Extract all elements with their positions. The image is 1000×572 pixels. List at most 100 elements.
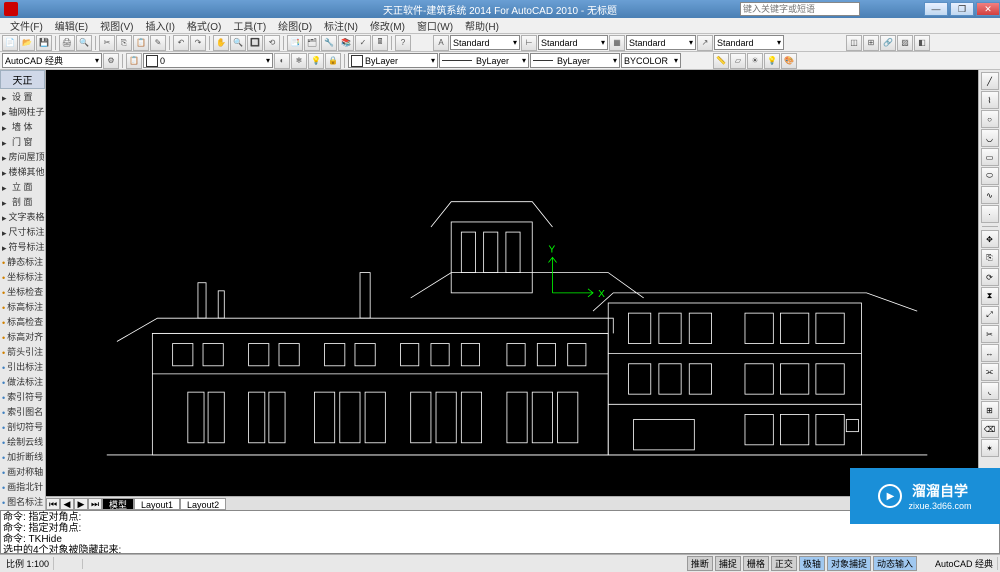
xref-icon[interactable]: 🔗	[880, 35, 896, 51]
panel-item[interactable]: •静态标注	[0, 254, 45, 269]
panel-item[interactable]: ▸墙 体	[0, 119, 45, 134]
light-icon[interactable]: 💡	[764, 53, 780, 69]
pline-icon[interactable]: ⌇	[981, 91, 999, 109]
save-icon[interactable]: 💾	[36, 35, 52, 51]
workspace-combo[interactable]: AutoCAD 经典	[2, 53, 102, 68]
panel-item[interactable]: •标高标注	[0, 299, 45, 314]
print-icon[interactable]: 🖨	[59, 35, 75, 51]
erase-icon[interactable]: ⌫	[981, 420, 999, 438]
panel-item[interactable]: •坐标标注	[0, 269, 45, 284]
tab-last-icon[interactable]: ⏭	[88, 498, 102, 510]
panel-item[interactable]: ▸尺寸标注	[0, 224, 45, 239]
menu-modify[interactable]: 修改(M)	[364, 18, 411, 33]
trim-icon[interactable]: ✂	[981, 325, 999, 343]
panel-item[interactable]: ▸轴网柱子	[0, 104, 45, 119]
panel-item[interactable]: •绘制云线	[0, 434, 45, 449]
menu-draw[interactable]: 绘图(D)	[272, 18, 318, 33]
plotstyle-combo[interactable]: BYCOLOR	[621, 53, 681, 68]
rect-icon[interactable]: ▭	[981, 148, 999, 166]
panel-item[interactable]: •图名标注	[0, 494, 45, 509]
layeriso-icon[interactable]: ◐	[274, 53, 290, 69]
status-polar[interactable]: 极轴	[799, 556, 825, 571]
undo-icon[interactable]: ↶	[173, 35, 189, 51]
layer-combo[interactable]: 0	[143, 53, 273, 68]
panel-item[interactable]: ▸文字表格	[0, 209, 45, 224]
panel-item[interactable]: ▸设 置	[0, 89, 45, 104]
tab-prev-icon[interactable]: ◀	[60, 498, 74, 510]
pan-icon[interactable]: ✋	[213, 35, 229, 51]
fillet-icon[interactable]: ◟	[981, 382, 999, 400]
scale-icon[interactable]: ⤢	[981, 306, 999, 324]
panel-item[interactable]: •画对称轴	[0, 464, 45, 479]
tab-layout1[interactable]: Layout1	[134, 498, 180, 510]
minimize-button[interactable]: —	[924, 2, 948, 16]
status-snap[interactable]: 捕捉	[715, 556, 741, 571]
panel-item[interactable]: •索引图名	[0, 404, 45, 419]
line-icon[interactable]: ╱	[981, 72, 999, 90]
zoomprev-icon[interactable]: ⟲	[264, 35, 280, 51]
spline-icon[interactable]: ∿	[981, 186, 999, 204]
dimstyle-combo[interactable]: Standard	[538, 35, 608, 50]
menu-view[interactable]: 视图(V)	[94, 18, 139, 33]
panel-item[interactable]: •箭头引注	[0, 344, 45, 359]
maximize-button[interactable]: ❐	[950, 2, 974, 16]
scale-label[interactable]: 比例 1:100	[2, 557, 54, 570]
panel-item[interactable]: ▸剖 面	[0, 194, 45, 209]
panel-item[interactable]: •坐标检查	[0, 284, 45, 299]
point-icon[interactable]: ·	[981, 205, 999, 223]
help-icon[interactable]: ?	[395, 35, 411, 51]
status-dyn[interactable]: 动态输入	[873, 556, 917, 571]
render-icon[interactable]: ☀	[747, 53, 763, 69]
paste-icon[interactable]: 📋	[133, 35, 149, 51]
layerfrz-icon[interactable]: ❄	[291, 53, 307, 69]
array-icon[interactable]: ⊞	[981, 401, 999, 419]
color-combo[interactable]: ByLayer	[348, 53, 438, 68]
tab-next-icon[interactable]: ▶	[74, 498, 88, 510]
help-search-input[interactable]	[740, 2, 860, 16]
block-icon[interactable]: ◫	[846, 35, 862, 51]
move-icon[interactable]: ✥	[981, 230, 999, 248]
layerlock-icon[interactable]: 🔒	[325, 53, 341, 69]
mirror-icon[interactable]: ⧗	[981, 287, 999, 305]
menu-format[interactable]: 格式(O)	[181, 18, 227, 33]
arc-icon[interactable]: ◡	[981, 129, 999, 147]
preview-icon[interactable]: 🔍	[76, 35, 92, 51]
status-workspace[interactable]: AutoCAD 经典	[931, 557, 998, 570]
new-icon[interactable]: 📄	[2, 35, 18, 51]
panel-item[interactable]: •做法标注	[0, 374, 45, 389]
ellipse-icon[interactable]: ⬭	[981, 167, 999, 185]
status-infer[interactable]: 推断	[687, 556, 713, 571]
tab-model[interactable]: 模型	[102, 498, 134, 510]
region-icon[interactable]: ◧	[914, 35, 930, 51]
panel-item[interactable]: ▸楼梯其他	[0, 164, 45, 179]
menu-window[interactable]: 窗口(W)	[411, 18, 459, 33]
close-button[interactable]: ✕	[976, 2, 1000, 16]
circle-icon[interactable]: ○	[981, 110, 999, 128]
menu-insert[interactable]: 插入(I)	[139, 18, 180, 33]
rotate-icon[interactable]: ⟳	[981, 268, 999, 286]
tab-first-icon[interactable]: ⏮	[46, 498, 60, 510]
measure-icon[interactable]: 📏	[713, 53, 729, 69]
mleaderstyle-combo[interactable]: Standard	[714, 35, 784, 50]
mleader-icon[interactable]: ↗	[697, 35, 713, 51]
status-osnap[interactable]: 对象捕捉	[827, 556, 871, 571]
toolpal-icon[interactable]: 🔧	[321, 35, 337, 51]
explode-icon[interactable]: ✶	[981, 439, 999, 457]
open-icon[interactable]: 📂	[19, 35, 35, 51]
panel-item[interactable]: •o默认图o	[0, 509, 45, 510]
layerprops-icon[interactable]: 📋	[126, 53, 142, 69]
extend-icon[interactable]: ↔	[981, 344, 999, 362]
drawing-canvas[interactable]: X Y	[46, 70, 978, 496]
panel-item[interactable]: •画指北针	[0, 479, 45, 494]
menu-tools[interactable]: 工具(T)	[227, 18, 272, 33]
hatch-icon[interactable]: ▨	[897, 35, 913, 51]
material-icon[interactable]: 🎨	[781, 53, 797, 69]
panel-item[interactable]: ▸符号标注	[0, 239, 45, 254]
layeroff-icon[interactable]: 💡	[308, 53, 324, 69]
zoom-icon[interactable]: 🔍	[230, 35, 246, 51]
sheetset-icon[interactable]: 📚	[338, 35, 354, 51]
calc-icon[interactable]: 🖩	[372, 35, 388, 51]
offset-icon[interactable]: ⫘	[981, 363, 999, 381]
area-icon[interactable]: ▱	[730, 53, 746, 69]
menu-dim[interactable]: 标注(N)	[318, 18, 364, 33]
